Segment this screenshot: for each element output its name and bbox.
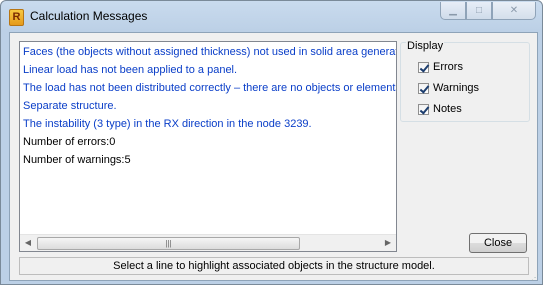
list-item[interactable]: The load has not been distributed correc… bbox=[23, 80, 396, 97]
errors-checkbox[interactable]: Errors bbox=[418, 59, 463, 75]
checkbox-checked-icon[interactable] bbox=[418, 103, 429, 115]
notes-label: Notes bbox=[433, 103, 462, 115]
display-group-label: Display bbox=[406, 40, 445, 52]
resize-grip-icon[interactable]: ⋰ bbox=[531, 273, 541, 283]
warnings-checkbox[interactable]: Warnings bbox=[418, 80, 479, 96]
scroll-right-icon[interactable]: ▶ bbox=[382, 238, 394, 248]
horizontal-scrollbar[interactable]: ◀ ||| ▶ bbox=[20, 234, 396, 251]
warnings-label: Warnings bbox=[433, 82, 480, 94]
calculation-messages-window: R Calculation Messages ▁ □ ✕ Faces (the … bbox=[0, 0, 543, 285]
close-button[interactable]: Close bbox=[469, 233, 527, 253]
list-item[interactable]: The instability (3 type) in the RX direc… bbox=[23, 116, 312, 133]
notes-checkbox[interactable]: Notes bbox=[418, 101, 462, 117]
list-item[interactable]: Linear load has not been applied to a pa… bbox=[23, 62, 237, 79]
list-item[interactable]: Number of errors:0 bbox=[23, 134, 115, 151]
messages-list[interactable]: Faces (the objects without assigned thic… bbox=[19, 41, 397, 252]
list-item[interactable]: Number of warnings:5 bbox=[23, 152, 131, 169]
scrollbar-thumb[interactable]: ||| bbox=[37, 237, 300, 250]
grip-icon: ||| bbox=[165, 239, 172, 248]
checkbox-checked-icon[interactable] bbox=[418, 61, 429, 73]
display-group: Display Errors Warnings Notes bbox=[400, 40, 530, 122]
minimize-icon: ▁ bbox=[449, 5, 457, 16]
maximize-button[interactable]: □ bbox=[466, 2, 492, 20]
app-logo-icon: R bbox=[9, 9, 24, 26]
dialog-body: Faces (the objects without assigned thic… bbox=[9, 32, 538, 281]
maximize-icon: □ bbox=[475, 5, 483, 16]
close-icon: ✕ bbox=[509, 5, 519, 16]
window-controls: ▁ □ ✕ bbox=[440, 2, 536, 21]
title-bar[interactable]: R Calculation Messages ▁ □ ✕ bbox=[1, 1, 542, 32]
close-window-button[interactable]: ✕ bbox=[492, 2, 536, 20]
list-item[interactable]: Faces (the objects without assigned thic… bbox=[23, 44, 396, 61]
minimize-button[interactable]: ▁ bbox=[440, 2, 466, 20]
checkbox-checked-icon[interactable] bbox=[418, 82, 429, 94]
status-bar: Select a line to highlight associated ob… bbox=[19, 257, 529, 275]
window-title: Calculation Messages bbox=[30, 9, 148, 23]
list-item[interactable]: Separate structure. bbox=[23, 98, 117, 115]
scroll-left-icon[interactable]: ◀ bbox=[22, 238, 34, 248]
errors-label: Errors bbox=[433, 61, 463, 73]
